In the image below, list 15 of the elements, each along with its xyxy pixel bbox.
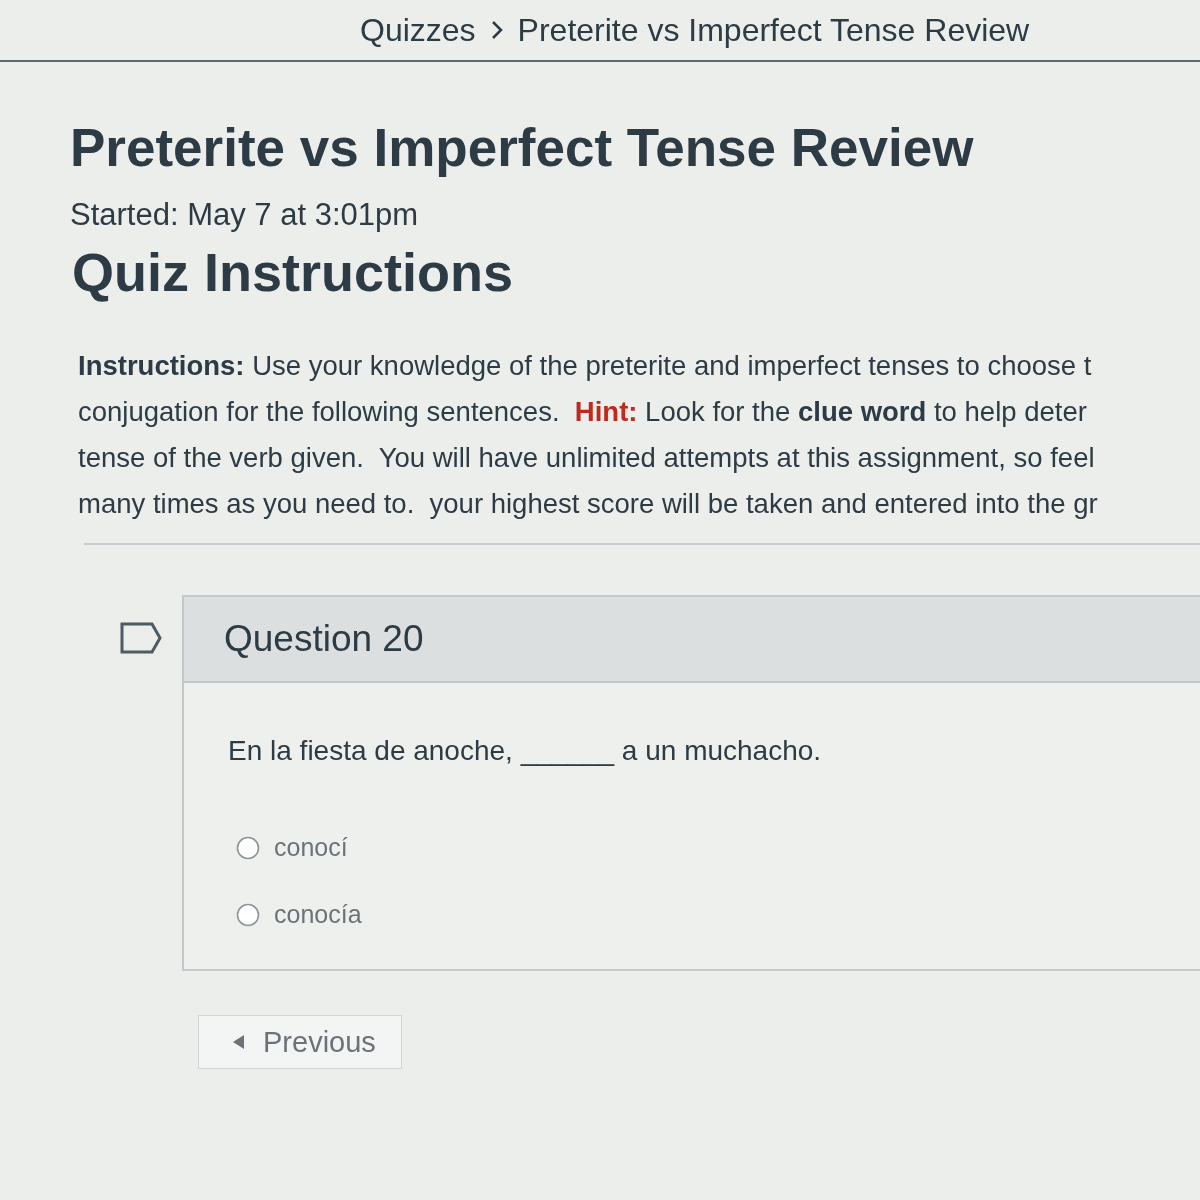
question-prompt: En la fiesta de anoche, ______ a un muchacho. xyxy=(228,735,823,768)
radio-button[interactable] xyxy=(236,902,260,927)
caret-left-icon xyxy=(233,1035,245,1050)
breadcrumb-link[interactable]: Preterite vs Imperfect Tense Review xyxy=(517,11,1030,49)
chevron-right-icon xyxy=(489,20,504,40)
answer-option[interactable]: conocía xyxy=(236,900,362,930)
previous-button[interactable]: Previous xyxy=(198,1015,402,1070)
radio-button[interactable] xyxy=(236,835,260,860)
question-title: Question 20 xyxy=(224,618,424,661)
breadcrumb-link[interactable]: Quizzes xyxy=(360,11,476,49)
started-time: Started: May 7 at 3:01pm xyxy=(70,196,420,233)
instructions-heading: Quiz Instructions xyxy=(72,240,515,304)
answer-option[interactable]: conocí xyxy=(236,833,348,863)
instructions-paragraph: Instructions: Use your knowledge of the preterite and imperfect tenses to choose t conjugation for the following sentences. Hint: Look for the clue word to help deter tense of the verb given. You will have unlimited attempts at this assignment, so feel many times as you need to. your highest score will be taken and entered into the gr xyxy=(78,349,1098,522)
page-title: Preterite vs Imperfect Tense Review xyxy=(70,118,975,179)
